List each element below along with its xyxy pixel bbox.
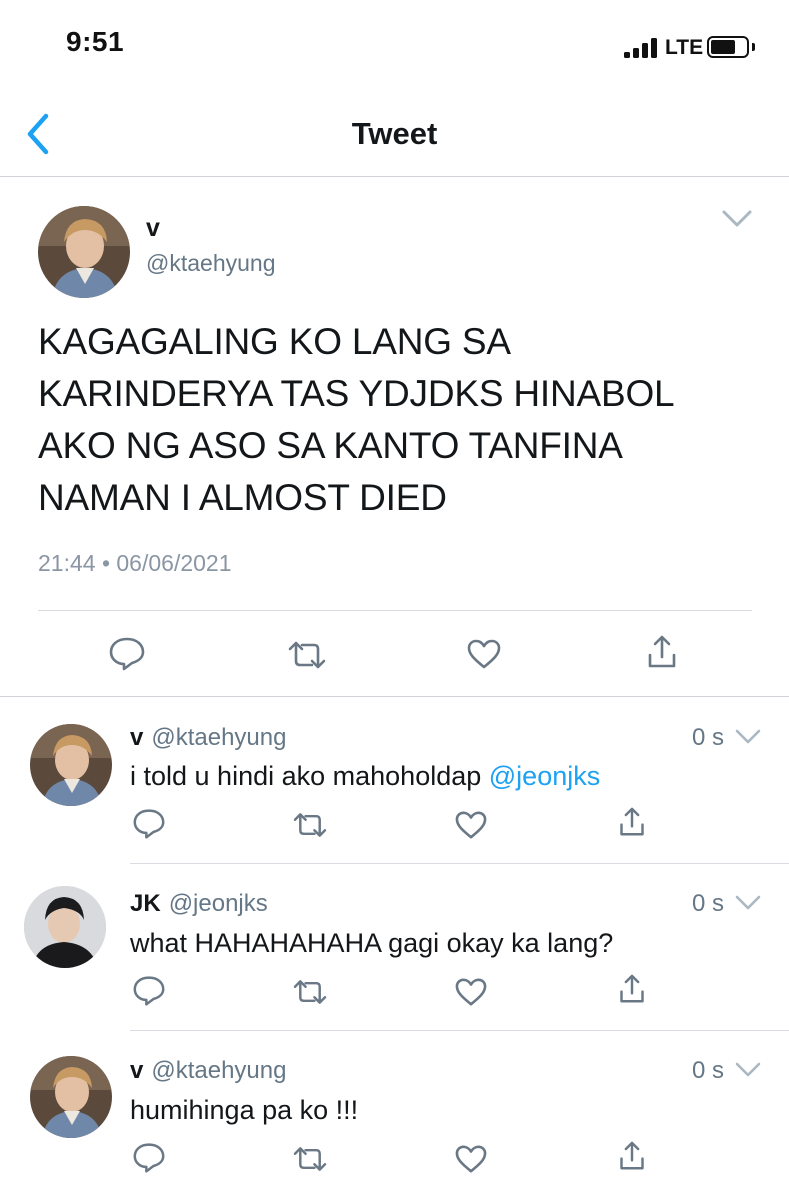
share-icon	[620, 807, 644, 836]
tweet-menu-button[interactable]	[720, 206, 754, 232]
reply-text: humihinga pa ko !!!	[130, 1095, 359, 1125]
reply-author-handle[interactable]: @ktaehyung	[151, 1057, 286, 1084]
avatar[interactable]	[38, 206, 130, 298]
reply-button[interactable]	[132, 1142, 166, 1179]
retweet-button[interactable]	[287, 638, 327, 677]
reply-author-name[interactable]: v	[130, 1057, 143, 1084]
reply-divider	[130, 863, 789, 864]
battery-tip	[752, 43, 755, 51]
chevron-down-icon	[735, 895, 761, 910]
reply-icon	[133, 809, 165, 839]
reply-button[interactable]	[108, 636, 146, 677]
reply-text: what HAHAHAHAHA gagi okay ka lang?	[130, 928, 614, 958]
reply-header: JK @jeonjks	[130, 890, 268, 918]
reply-text-body: i told u hindi ako mahoholdap	[130, 761, 489, 791]
reply-author-handle[interactable]: @jeonjks	[169, 890, 268, 917]
signal-icon	[624, 38, 658, 58]
like-button[interactable]	[454, 810, 488, 845]
reply-header: v @ktaehyung	[130, 1057, 286, 1085]
reply-icon	[133, 1143, 165, 1173]
share-button[interactable]	[618, 1140, 646, 1177]
retweet-icon	[293, 980, 327, 1004]
reply-time: 0 s	[692, 890, 725, 917]
reply-icon	[109, 637, 145, 671]
reply-time: 0 s	[692, 724, 725, 751]
retweet-icon	[288, 641, 326, 669]
mention-link[interactable]: @jeonjks	[489, 761, 600, 791]
share-icon	[620, 974, 644, 1003]
page-title: Tweet	[351, 116, 438, 151]
battery-icon	[707, 36, 749, 58]
reply-menu-button[interactable]	[734, 1059, 762, 1081]
retweet-button[interactable]	[292, 977, 328, 1012]
like-icon	[467, 639, 501, 669]
avatar[interactable]	[30, 724, 112, 806]
reply-text: i told u hindi ako mahoholdap @jeonjks	[130, 761, 600, 792]
reply-divider	[130, 1030, 789, 1031]
share-icon	[648, 635, 676, 668]
tweet-text: KAGAGALING KO LANG SA KARINDERYA TAS YDJ…	[38, 321, 674, 518]
reply-author-name[interactable]: JK	[130, 890, 161, 917]
reply-menu-button[interactable]	[734, 892, 762, 914]
section-divider	[0, 696, 789, 697]
reply-author-handle[interactable]: @ktaehyung	[151, 724, 286, 751]
retweet-button[interactable]	[292, 1144, 328, 1179]
retweet-button[interactable]	[292, 810, 328, 845]
reply-menu-button[interactable]	[734, 726, 762, 748]
nav-divider	[0, 176, 789, 177]
reply-button[interactable]	[132, 808, 166, 845]
reply-header: v @ktaehyung	[130, 724, 286, 752]
like-icon	[455, 978, 487, 1006]
share-button[interactable]	[618, 973, 646, 1010]
share-icon	[620, 1141, 644, 1170]
author-name[interactable]: v	[146, 214, 160, 243]
status-time: 9:51	[66, 26, 125, 57]
retweet-icon	[293, 813, 327, 837]
tweet-timestamp: 21:44 • 06/06/2021	[38, 550, 232, 576]
reply-author-name[interactable]: v	[130, 724, 143, 751]
reply-button[interactable]	[132, 975, 166, 1012]
like-icon	[455, 1145, 487, 1173]
like-icon	[455, 811, 487, 839]
avatar[interactable]	[30, 1056, 112, 1138]
reply-time: 0 s	[692, 1057, 725, 1084]
tweet-divider	[38, 610, 752, 611]
share-button[interactable]	[646, 634, 678, 675]
chevron-down-icon	[722, 210, 752, 227]
network-type: LTE	[665, 36, 704, 59]
like-button[interactable]	[454, 977, 488, 1012]
retweet-icon	[293, 1147, 327, 1171]
like-button[interactable]	[454, 1144, 488, 1179]
chevron-down-icon	[735, 729, 761, 744]
share-button[interactable]	[618, 806, 646, 843]
author-handle[interactable]: @ktaehyung	[146, 250, 276, 277]
avatar[interactable]	[24, 886, 106, 968]
chevron-down-icon	[735, 1062, 761, 1077]
reply-icon	[133, 976, 165, 1006]
like-button[interactable]	[466, 638, 502, 675]
